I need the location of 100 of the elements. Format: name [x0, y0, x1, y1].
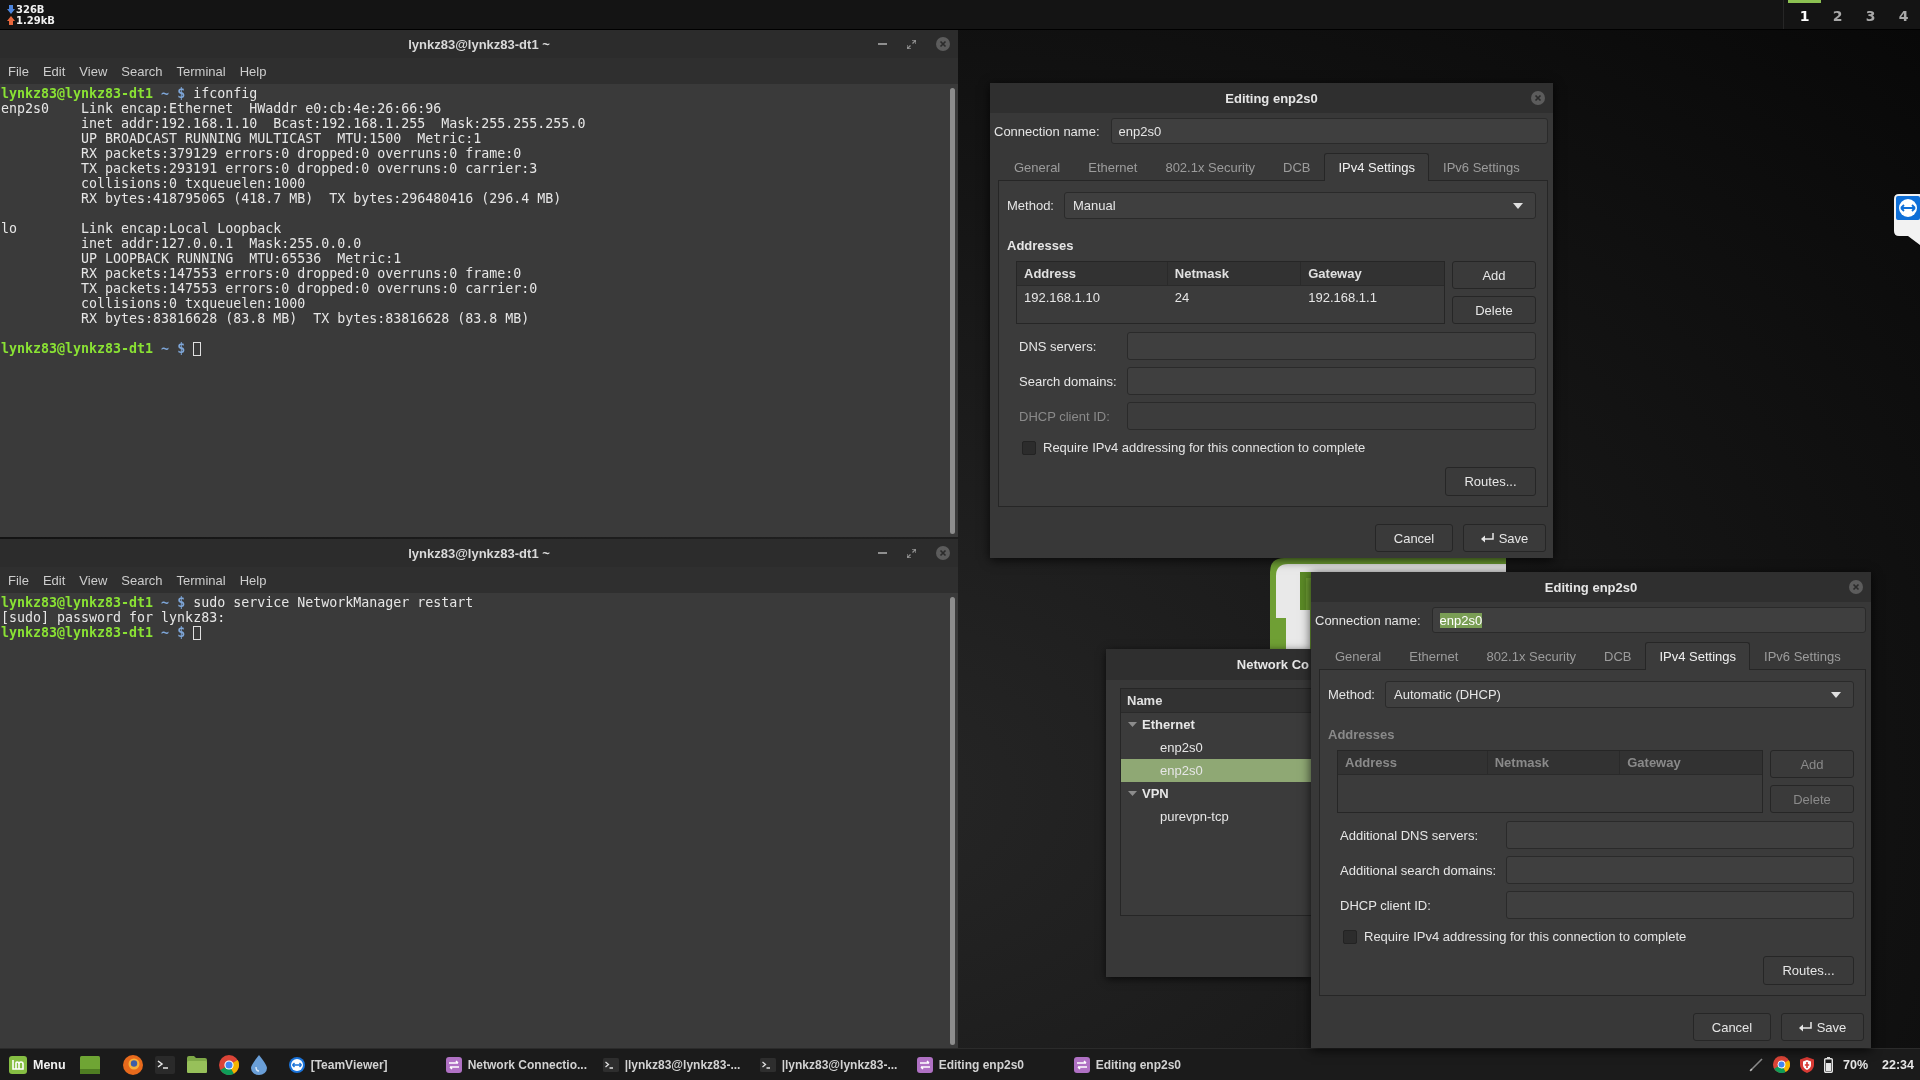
tree-item[interactable]: enp2s0 — [1121, 736, 1311, 759]
tab[interactable]: DCB — [1269, 153, 1325, 181]
tab[interactable]: Ethernet — [1074, 153, 1152, 181]
column-header[interactable]: Address — [1017, 262, 1168, 285]
ring-logo-icon[interactable] — [218, 1054, 239, 1075]
menu-item[interactable]: File — [1, 572, 36, 588]
workspace-button[interactable]: 3 — [1854, 0, 1887, 29]
menu-item[interactable]: File — [1, 63, 36, 79]
arrows-tile-icon — [445, 1056, 462, 1073]
method-dropdown[interactable]: Automatic (DHCP) — [1385, 681, 1854, 708]
menu-item[interactable]: Terminal — [169, 572, 233, 588]
menu-item[interactable]: Terminal — [169, 63, 233, 79]
maximize-icon[interactable] — [907, 39, 916, 49]
menu-item[interactable]: Search — [114, 63, 170, 79]
dialog-button[interactable]: Save — [1781, 1013, 1864, 1041]
column-header[interactable]: Gateway — [1301, 262, 1444, 285]
scrollbar[interactable] — [950, 597, 955, 1045]
menu-item[interactable]: View — [72, 63, 115, 79]
taskbar-window-button[interactable]: |lynkz83@lynkz83-... — [599, 1050, 757, 1079]
method-dropdown[interactable]: Manual — [1064, 192, 1536, 219]
tab[interactable]: IPv4 Settings — [1645, 642, 1751, 670]
terminal-icon[interactable] — [154, 1055, 175, 1074]
expander-icon[interactable] — [1128, 791, 1137, 796]
output-line: inet addr:192.168.1.10 Bcast:192.168.1.255 Mask:255.255.255.0 — [81, 116, 586, 131]
interface-name: lo — [1, 221, 17, 236]
section-heading: Addresses — [1007, 238, 1074, 254]
routes-button[interactable]: Routes... — [1763, 956, 1854, 985]
tree-group-item[interactable]: Ethernet — [1121, 713, 1311, 736]
taskbar-window-button[interactable]: Editing enp2s0 — [1070, 1050, 1228, 1079]
checkbox[interactable] — [1022, 440, 1036, 455]
arrows-tile-icon — [916, 1056, 933, 1073]
field-label: Method: — [1328, 687, 1375, 702]
table-cell-text: 192.168.1.1 — [1307, 289, 1378, 307]
shield-icon[interactable] — [1800, 1056, 1814, 1073]
terminal-icon — [602, 1057, 619, 1072]
close-icon[interactable] — [936, 37, 950, 51]
tree-item[interactable]: purevpn-tcp — [1121, 805, 1311, 828]
workspace-button[interactable]: 2 — [1821, 0, 1854, 29]
battery-icon[interactable] — [1824, 1056, 1833, 1073]
dialog-button[interactable]: Cancel — [1375, 524, 1453, 552]
taskbar-window-button[interactable]: |lynkz83@lynkz83-... — [756, 1050, 914, 1079]
menu-item[interactable]: Help — [232, 63, 274, 79]
checkbox[interactable] — [1343, 929, 1357, 944]
output-line: RX packets:379129 errors:0 dropped:0 overruns:0 frame:0 — [81, 146, 522, 161]
field-label: DHCP client ID: — [1019, 408, 1111, 424]
tab[interactable]: 802.1x Security — [1472, 642, 1590, 670]
checkbox-label: Require IPv4 addressing for this connection to complete — [1043, 440, 1366, 455]
taskbar-window-button[interactable]: Editing enp2s0 — [913, 1050, 1071, 1079]
action-button[interactable]: Add — [1452, 261, 1536, 289]
tab[interactable]: General — [1000, 153, 1075, 181]
prompt-symbol: $ — [177, 341, 186, 356]
taskbar-window-button[interactable]: Network Connectio... — [442, 1050, 600, 1079]
output-line: [sudo] password for lynkz83: — [1, 610, 226, 625]
window-title: Editing enp2s0 — [1544, 579, 1638, 595]
double-arrow-icon[interactable] — [1894, 194, 1920, 245]
prompt-user-host: lynkz83@lynkz83-dt1 — [1, 625, 154, 640]
menu-item[interactable]: View — [72, 572, 115, 588]
tab[interactable]: General — [1321, 642, 1396, 670]
scrollbar[interactable] — [950, 88, 955, 534]
menu-item[interactable]: Edit — [35, 572, 73, 588]
globe-icon[interactable] — [122, 1054, 143, 1075]
dialog-button[interactable]: Save — [1463, 524, 1546, 552]
tab[interactable]: IPv4 Settings — [1324, 153, 1430, 181]
dialog-button[interactable]: Cancel — [1693, 1013, 1771, 1041]
pen-icon[interactable] — [1749, 1057, 1763, 1072]
ring-logo-icon[interactable] — [1773, 1056, 1790, 1073]
tab[interactable]: DCB — [1590, 642, 1646, 670]
tab[interactable]: IPv6 Settings — [1429, 153, 1534, 181]
action-button[interactable]: Delete — [1452, 296, 1536, 324]
output-line: RX packets:147553 errors:0 dropped:0 overruns:0 frame:0 — [81, 266, 522, 281]
close-icon[interactable] — [1849, 580, 1863, 594]
desktop-icon[interactable] — [79, 1055, 100, 1074]
workspace-button[interactable]: 4 — [1887, 0, 1920, 29]
menu-item[interactable]: Help — [232, 572, 274, 588]
taskbar-window-button[interactable]: [TeamViewer] — [285, 1050, 443, 1079]
close-icon[interactable] — [936, 546, 950, 560]
close-icon[interactable] — [1531, 91, 1545, 105]
menu-button[interactable]: Menu — [6, 1050, 69, 1079]
output-line: Link encap:Ethernet HWaddr e0:cb:4e:26:66:96 — [81, 101, 442, 116]
drop-icon[interactable] — [250, 1054, 267, 1075]
menu-item[interactable]: Search — [114, 572, 170, 588]
expander-icon[interactable] — [1128, 722, 1137, 727]
tab[interactable]: Ethernet — [1395, 642, 1473, 670]
folder-icon[interactable] — [186, 1056, 207, 1073]
tree-group-item[interactable]: VPN — [1121, 782, 1311, 805]
maximize-icon[interactable] — [907, 548, 916, 558]
column-header[interactable]: Netmask — [1167, 262, 1302, 285]
table-cell-text: 192.168.1.10 — [1023, 289, 1101, 307]
clock[interactable]: 22:34 — [1882, 1057, 1914, 1072]
tab[interactable]: 802.1x Security — [1151, 153, 1269, 181]
menu-item[interactable]: Edit — [35, 63, 73, 79]
connection-name-field[interactable]: enp2s0 — [1110, 118, 1548, 144]
section-heading: Addresses — [1328, 727, 1395, 743]
field-label: Method: — [1007, 198, 1054, 213]
routes-button[interactable]: Routes... — [1445, 467, 1536, 496]
field-label: Connection name: — [1315, 612, 1421, 628]
tab[interactable]: IPv6 Settings — [1750, 642, 1855, 670]
column-header[interactable]: Name — [1127, 693, 1163, 708]
field-label: Additional search domains: — [1340, 862, 1497, 878]
up-arrow-icon — [7, 15, 15, 25]
